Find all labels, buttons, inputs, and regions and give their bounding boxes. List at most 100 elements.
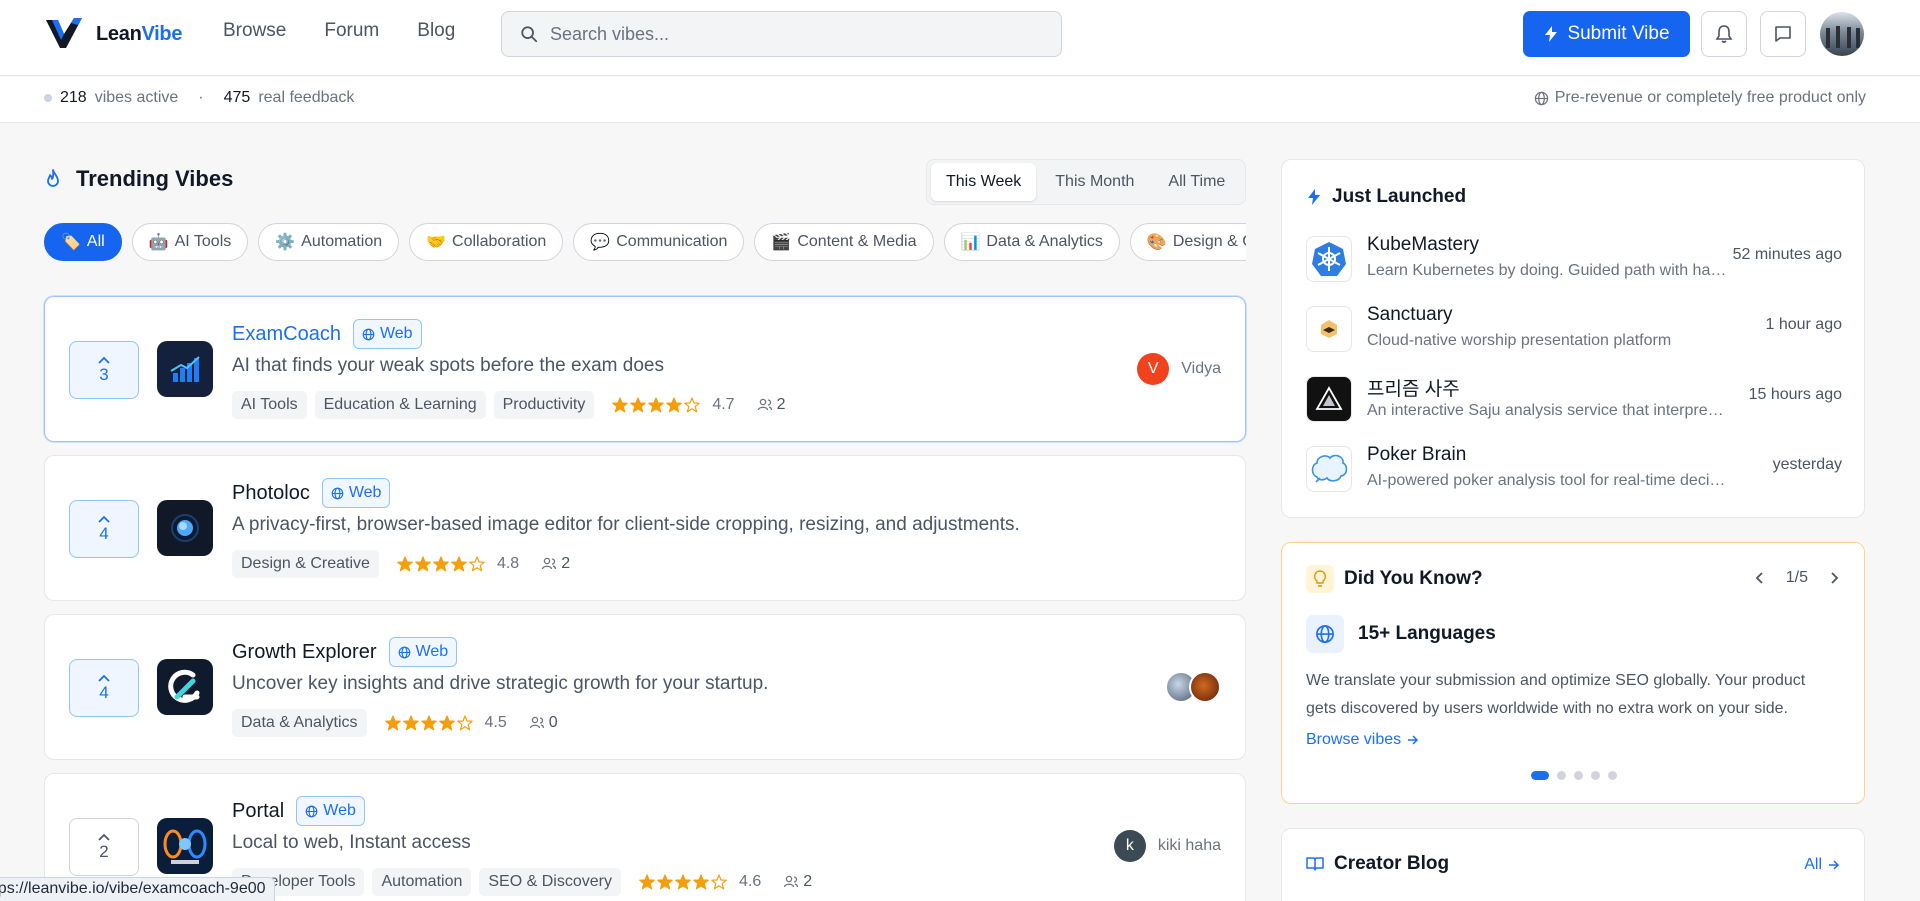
app-name[interactable]: Photoloc	[232, 482, 310, 505]
author[interactable]: V Vidya	[1137, 353, 1221, 385]
fact-title: 15+ Languages	[1358, 623, 1496, 644]
chevron-left-icon[interactable]	[1754, 571, 1764, 585]
reviewer-count-value: 2	[561, 555, 571, 572]
app-name[interactable]: Portal	[232, 800, 284, 823]
star-icon	[397, 556, 413, 572]
reviewer-count-value: 2	[803, 873, 813, 890]
star-icon	[451, 556, 467, 572]
nav-browse[interactable]: Browse	[223, 20, 286, 42]
contributors[interactable]	[1165, 671, 1221, 703]
carousel-page: 1/5	[1785, 569, 1808, 586]
period-this-week[interactable]: This Week	[931, 163, 1037, 201]
messages-button[interactable]	[1760, 11, 1806, 57]
chevron-right-icon[interactable]	[1830, 571, 1840, 585]
feedback-count: 475	[223, 89, 251, 106]
blog-all-link[interactable]: All	[1804, 856, 1840, 874]
period-all-time[interactable]: All Time	[1153, 163, 1240, 201]
chip-automation[interactable]: ⚙️ Automation	[258, 223, 400, 261]
carousel-dot[interactable]	[1574, 771, 1583, 780]
trending-header: Trending Vibes	[44, 166, 233, 192]
vibe-card-examcoach[interactable]: 3 ExamCoach Web AI that finds your weak …	[44, 296, 1246, 442]
globe-icon	[362, 328, 375, 340]
browse-vibes-link[interactable]: Browse vibes	[1306, 731, 1419, 749]
chip-label: AI Tools	[174, 233, 232, 250]
carousel-dot[interactable]	[1608, 771, 1617, 780]
tag[interactable]: Design & Creative	[232, 550, 379, 578]
chevron-up-icon	[98, 515, 110, 523]
contributor-avatar	[1189, 671, 1221, 703]
star-icon	[666, 397, 683, 413]
chip-label: Automation	[301, 233, 383, 250]
tag[interactable]: Education & Learning	[314, 391, 486, 419]
chip-all[interactable]: 🏷️ All	[44, 223, 122, 261]
tag[interactable]: SEO & Discovery	[479, 868, 621, 896]
tag[interactable]: Data & Analytics	[232, 709, 367, 737]
carousel-dot[interactable]	[1591, 771, 1600, 780]
chip-data-analytics[interactable]: 📊 Data & Analytics	[943, 223, 1120, 261]
star-rating	[384, 715, 473, 731]
chip-label: Content & Media	[797, 233, 917, 250]
star-icon	[456, 715, 473, 731]
status-url-text: https://leanvibe.io/vibe/examcoach-9e00	[0, 880, 266, 897]
examcoach-app-icon	[157, 341, 213, 397]
reviewer-count: 2	[541, 555, 570, 573]
flame-icon	[47, 169, 59, 187]
vibe-card-growth-explorer[interactable]: 4 Growth Explorer Web Uncover key insigh…	[44, 614, 1246, 760]
tag-icon: 🏷️	[61, 234, 81, 251]
platform-label: Web	[415, 643, 449, 660]
upvote-button[interactable]: 2	[69, 818, 139, 876]
logo[interactable]: LeanVibe	[44, 16, 182, 52]
vibe-card-photoloc[interactable]: 4 Photoloc Web A privacy-first, browser-…	[44, 455, 1246, 601]
did-you-know-header: Did You Know?	[1306, 565, 1483, 593]
search-box[interactable]	[501, 11, 1062, 57]
globe-icon	[1306, 615, 1344, 653]
author[interactable]: k kiki haha	[1113, 830, 1221, 862]
tag[interactable]: Productivity	[493, 391, 595, 419]
chevron-up-icon	[98, 833, 110, 841]
chip-label: Data & Analytics	[986, 233, 1103, 250]
speech-bubble-icon: 💬	[590, 234, 611, 251]
platform-label: Web	[348, 484, 382, 501]
portal-app-icon	[157, 818, 213, 874]
chip-design-creative[interactable]: 🎨 Design & Creative	[1129, 223, 1246, 261]
creator-blog-panel: Creator Blog All	[1281, 828, 1865, 901]
rating-value: 4.6	[738, 873, 762, 890]
launch-item[interactable]: 프리즘 사주 An interactive Saju analysis serv…	[1306, 372, 1842, 424]
app-meta: Developer Tools Automation SEO & Discove…	[232, 868, 812, 896]
submit-vibe-button[interactable]: Submit Vibe	[1523, 11, 1690, 57]
launch-item[interactable]: KubeMastery Learn Kubernetes by doing. G…	[1306, 232, 1842, 284]
app-meta: Data & Analytics 4.5 0	[232, 709, 558, 737]
carousel-dot[interactable]	[1557, 771, 1566, 780]
tag[interactable]: Automation	[372, 868, 472, 896]
launch-item[interactable]: Poker Brain AI-powered poker analysis to…	[1306, 442, 1842, 494]
upvote-button[interactable]: 4	[69, 500, 139, 558]
upvote-button[interactable]: 4	[69, 659, 139, 717]
upvote-button[interactable]: 3	[69, 341, 139, 399]
chip-content-media[interactable]: 🎬 Content & Media	[754, 223, 934, 261]
platform-badge: Web	[296, 796, 365, 826]
carousel-dot-active[interactable]	[1531, 771, 1549, 780]
search-input[interactable]	[550, 23, 1030, 45]
chip-collaboration[interactable]: 🤝 Collaboration	[409, 223, 564, 261]
app-name[interactable]: ExamCoach	[232, 323, 341, 346]
tag[interactable]: AI Tools	[232, 391, 307, 419]
app-name[interactable]: Growth Explorer	[232, 641, 377, 664]
globe-icon	[331, 487, 344, 499]
vote-count: 4	[99, 523, 109, 543]
author-name: kiki haha	[1157, 837, 1221, 854]
chip-ai-tools[interactable]: 🤖 AI Tools	[131, 223, 249, 261]
creator-blog-header: Creator Blog	[1306, 853, 1449, 875]
launch-item[interactable]: Sanctuary Cloud-native worship presentat…	[1306, 302, 1842, 354]
app-description: Uncover key insights and drive strategic…	[232, 673, 769, 694]
app-meta: AI Tools Education & Learning Productivi…	[232, 391, 785, 419]
star-icon	[433, 556, 449, 572]
user-avatar[interactable]	[1820, 12, 1864, 56]
users-icon	[757, 398, 772, 411]
chip-communication[interactable]: 💬 Communication	[573, 223, 745, 261]
notifications-button[interactable]	[1701, 11, 1747, 57]
nav-blog[interactable]: Blog	[417, 20, 455, 42]
period-this-month[interactable]: This Month	[1040, 163, 1149, 201]
nav-forum[interactable]: Forum	[324, 20, 379, 42]
gear-icon: ⚙️	[275, 234, 296, 251]
launch-name: Poker Brain	[1367, 444, 1467, 465]
